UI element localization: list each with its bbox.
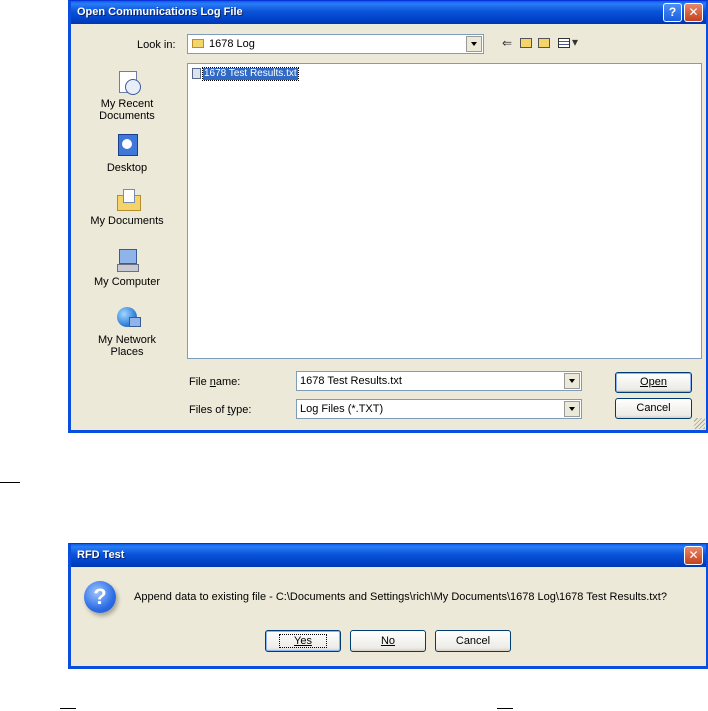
my-documents-icon — [113, 186, 141, 212]
recent-documents-icon — [113, 69, 141, 95]
look-in-label: Look in: — [137, 39, 176, 51]
file-item-label: 1678 Test Results.txt — [202, 66, 299, 81]
no-button[interactable]: No — [350, 630, 426, 652]
network-places-icon — [113, 305, 141, 331]
help-button[interactable]: ? — [663, 3, 682, 22]
folder-icon — [192, 39, 204, 48]
confirm-message: Append data to existing file - C:\Docume… — [134, 591, 667, 603]
file-name-label: File name: — [189, 376, 241, 388]
my-computer-icon — [113, 247, 141, 273]
file-type-combo[interactable]: Log Files (*.TXT) — [296, 399, 582, 419]
rfd-title: RFD Test — [77, 549, 125, 561]
divider — [497, 708, 513, 709]
look-in-value: 1678 Log — [209, 38, 255, 50]
back-icon[interactable]: ⇐ — [502, 36, 512, 50]
append-confirm-dialog: RFD Test ✕ ? Append data to existing fil… — [68, 543, 708, 669]
place-my-computer[interactable]: My Computer — [84, 247, 170, 288]
view-menu-chevron-icon[interactable]: ▾ — [572, 35, 578, 49]
place-my-recent-documents[interactable]: My Recent Documents — [84, 69, 170, 122]
chevron-down-icon[interactable] — [564, 373, 580, 389]
close-button[interactable]: ✕ — [684, 546, 703, 565]
close-button[interactable]: ✕ — [684, 3, 703, 22]
view-menu-icon[interactable] — [558, 38, 570, 48]
divider — [0, 482, 20, 483]
look-in-combo[interactable]: 1678 Log — [187, 34, 484, 54]
file-list[interactable]: 1678 Test Results.txt — [187, 63, 702, 359]
open-dialog-title: Open Communications Log File — [77, 6, 243, 18]
open-button[interactable]: Open — [615, 372, 692, 393]
divider — [60, 708, 76, 709]
desktop-icon — [113, 133, 141, 159]
place-my-documents[interactable]: My Documents — [84, 186, 170, 227]
cancel-button[interactable]: Cancel — [435, 630, 511, 652]
file-name-input[interactable]: 1678 Test Results.txt — [300, 375, 402, 387]
places-bar: My Recent Documents Desktop My Documents… — [84, 61, 170, 364]
resize-grip[interactable] — [694, 418, 705, 429]
new-folder-icon[interactable] — [538, 38, 550, 48]
file-type-label: Files of type: — [189, 404, 252, 416]
question-icon: ? — [84, 581, 116, 613]
cancel-button[interactable]: Cancel — [615, 398, 692, 419]
place-my-network-places[interactable]: My Network Places — [84, 305, 170, 358]
open-dialog-title-bar[interactable]: Open Communications Log File ? ✕ — [71, 1, 706, 24]
chevron-down-icon[interactable] — [466, 36, 482, 52]
up-folder-icon[interactable] — [520, 38, 532, 48]
open-log-dialog: Open Communications Log File ? ✕ Look in… — [68, 0, 708, 433]
list-item[interactable]: 1678 Test Results.txt — [192, 66, 299, 81]
text-file-icon — [192, 68, 201, 79]
yes-button[interactable]: Yes — [265, 630, 341, 652]
file-type-value: Log Files (*.TXT) — [300, 403, 384, 415]
file-name-combo[interactable]: 1678 Test Results.txt — [296, 371, 582, 391]
rfd-title-bar[interactable]: RFD Test ✕ — [71, 544, 706, 567]
chevron-down-icon[interactable] — [564, 401, 580, 417]
place-desktop[interactable]: Desktop — [84, 133, 170, 174]
